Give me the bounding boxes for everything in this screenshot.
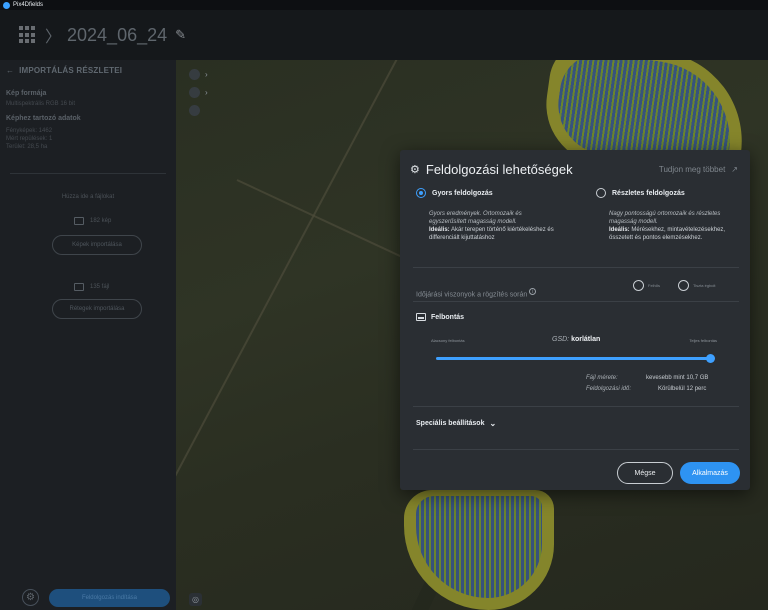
image-format-value: Multispektrális RGB 16 bit — [6, 101, 76, 107]
resolution-slider-track[interactable] — [436, 357, 712, 360]
fast-processing-option[interactable]: Gyors feldolgozás — [416, 188, 493, 198]
sidebar: ← IMPORTÁLÁS RÉSZLETEI Kép formája Multi… — [0, 60, 176, 610]
chevron-right-icon[interactable]: › — [205, 88, 208, 97]
weather-clear-radio[interactable] — [678, 280, 689, 291]
fast-processing-description: Gyors eredmények. Ortomozaik és egyszerű… — [429, 211, 554, 241]
resolution-low-label: Alacsony felbontás — [431, 338, 465, 343]
app-title: Pix4Dfields — [13, 2, 44, 8]
image-format-title: Kép formája — [6, 90, 47, 97]
detailed-processing-radio[interactable] — [596, 188, 606, 198]
dialog-title: Feldolgozási lehetőségek — [425, 162, 573, 177]
weather-label: Időjárási viszonyok a rögzítés során i — [416, 288, 537, 298]
import-images-button[interactable]: Képek importálása — [52, 235, 142, 255]
start-processing-button[interactable]: Feldolgozás indítása — [49, 589, 170, 607]
map-layer-toggle[interactable] — [189, 69, 200, 80]
resolution-slider-thumb[interactable] — [706, 354, 715, 363]
sidebar-header[interactable]: ← IMPORTÁLÁS RÉSZLETEI — [6, 66, 122, 75]
dialog-divider — [413, 267, 739, 268]
settings-gear-icon[interactable]: ⚙ — [22, 589, 39, 606]
pencil-icon[interactable]: ✎ — [175, 27, 186, 43]
chevron-right-icon[interactable]: › — [205, 70, 208, 79]
learn-more-link[interactable]: Tudjon meg többet ↗ — [659, 165, 738, 174]
detailed-processing-option[interactable]: Részletes feldolgozás — [596, 188, 685, 198]
apply-button[interactable]: Alkalmazás — [680, 462, 740, 484]
images-icon — [74, 217, 84, 225]
images-count: 182 kép — [90, 218, 112, 224]
file-size-row: Fájl mérete: — [586, 375, 618, 381]
app-logo-icon — [3, 1, 10, 9]
processing-options-dialog: ⚙ Feldolgozási lehetőségek Tudjon meg tö… — [400, 150, 750, 490]
image-data-line: Terület: 28,5 ha — [6, 144, 48, 150]
project-name[interactable]: 2024_06_24 — [67, 25, 167, 46]
drag-hint: Húzza ide a fájlokat — [61, 194, 115, 200]
fast-processing-radio[interactable] — [416, 188, 426, 198]
file-size-value: kevesebb mint 10,7 GB — [646, 375, 709, 381]
sidebar-divider — [10, 173, 166, 174]
external-link-icon: ↗ — [731, 165, 738, 174]
special-settings-toggle[interactable]: Speciális beállítások ⌄ — [416, 419, 496, 428]
map-road — [176, 60, 408, 571]
title-bar: Pix4Dfields — [0, 0, 768, 10]
breadcrumb-separator: 〉 — [45, 29, 62, 46]
project-bar: 〉 2024_06_24 ✎ — [0, 10, 768, 60]
info-icon[interactable]: i — [529, 288, 537, 295]
compass-icon[interactable]: ◎ — [189, 593, 202, 606]
layers-icon — [74, 283, 84, 291]
image-data-title: Képhez tartozó adatok — [6, 115, 81, 122]
gear-icon: ⚙ — [410, 164, 420, 176]
import-layers-button[interactable]: Rétegek importálása — [52, 299, 142, 319]
weather-cloudy-radio[interactable] — [633, 280, 644, 291]
back-arrow-icon[interactable]: ← — [6, 66, 14, 75]
field-area-bottom — [404, 490, 554, 610]
grid-icon[interactable] — [19, 26, 37, 44]
chevron-down-icon[interactable]: ⌄ — [489, 419, 496, 428]
weather-clear-option[interactable]: Tiszta égbolt — [678, 280, 716, 291]
weather-cloudy-option[interactable]: Felhős — [633, 280, 660, 291]
image-data-line: Fényképek: 1462 — [6, 128, 53, 134]
resolution-full-label: Teljes felbontás — [689, 338, 717, 343]
resolution-icon — [416, 313, 426, 321]
map-layer-toggle[interactable] — [189, 105, 200, 116]
dialog-divider — [413, 406, 739, 407]
dialog-divider — [413, 301, 739, 302]
map-layer-toggle[interactable] — [189, 87, 200, 98]
processing-time-value: Körülbelül 12 perc — [658, 386, 707, 392]
dialog-header: ⚙ Feldolgozási lehetőségek — [410, 162, 573, 177]
cancel-button[interactable]: Mégse — [617, 462, 673, 484]
gsd-readout: GSD: korlátlan — [552, 336, 601, 343]
layers-count: 135 fájl — [90, 284, 110, 290]
dialog-divider — [413, 449, 739, 450]
resolution-header: Felbontás — [416, 313, 464, 321]
detailed-processing-description: Nagy pontosságú ortomozaik és részletes … — [609, 211, 726, 241]
processing-time-row: Feldolgozási idő: — [586, 386, 632, 392]
image-data-line: Mért repülések: 1 — [6, 136, 53, 142]
